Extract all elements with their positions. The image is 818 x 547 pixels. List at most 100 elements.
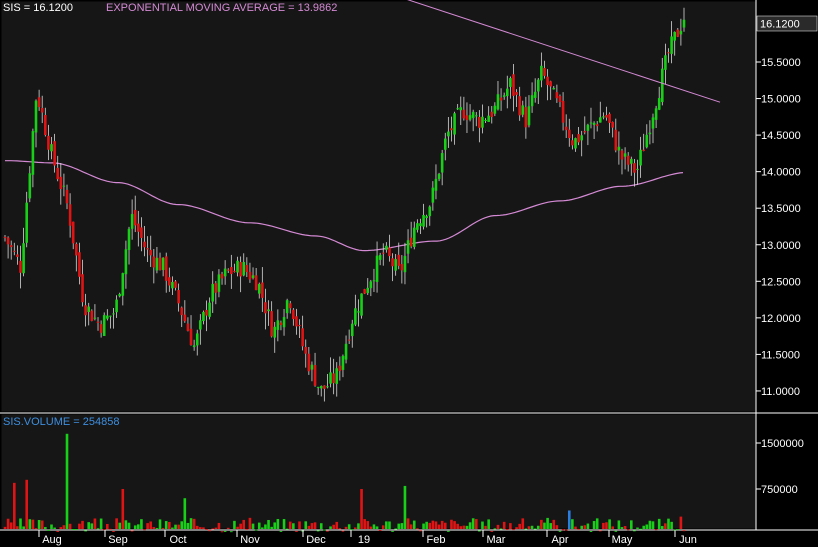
volume-bar — [211, 528, 215, 530]
volume-bar — [462, 525, 466, 529]
volume-bar — [208, 530, 211, 532]
volume-bar — [288, 521, 292, 529]
volume-bar — [515, 527, 518, 529]
volume-bar — [332, 524, 335, 529]
volume-bar — [109, 528, 112, 530]
volume-bar — [202, 527, 205, 529]
volume-bar — [121, 489, 125, 529]
volume-bar — [633, 530, 636, 532]
volume-bar — [220, 531, 224, 533]
volume-bar — [450, 519, 453, 529]
volume-bar — [419, 530, 422, 532]
volume-bar — [195, 525, 199, 529]
ema-label: EXPONENTIAL MOVING AVERAGE = 13.9862 — [106, 2, 338, 14]
volume-bar — [459, 526, 463, 529]
time-tick-label: Dec — [306, 534, 326, 546]
time-tick-label: Oct — [169, 534, 186, 546]
volume-panel — [0, 413, 757, 530]
volume-bar — [115, 518, 118, 529]
volume-bar — [307, 525, 311, 529]
volume-bar — [493, 528, 497, 530]
volume-bar — [106, 523, 109, 529]
volume-bar — [403, 485, 407, 529]
volume-bar — [155, 528, 159, 530]
volume-bar — [642, 525, 645, 529]
volume-bar — [564, 529, 568, 531]
volume-bar — [257, 522, 261, 529]
volume-tick-label: 1500000 — [761, 438, 804, 450]
volume-bar — [512, 529, 515, 531]
volume-bar — [481, 521, 484, 529]
volume-label: SIS.VOLUME = 254858 — [3, 416, 120, 428]
volume-bar — [152, 526, 156, 529]
volume-bar — [53, 527, 56, 529]
volume-bar — [313, 522, 317, 529]
volume-bar — [521, 518, 525, 529]
candle — [102, 312, 106, 337]
volume-bar — [431, 520, 435, 529]
volume-bar — [133, 525, 137, 529]
volume-bar — [664, 523, 667, 529]
volume-bar — [372, 524, 376, 529]
price-tick-label: 12.0000 — [761, 313, 801, 325]
volume-bar — [409, 524, 413, 529]
volume-bar — [239, 523, 242, 529]
volume-bar — [660, 526, 664, 529]
volume-bar — [251, 523, 255, 529]
volume-bar — [174, 524, 177, 529]
volume-bar — [626, 529, 630, 531]
volume-bar — [561, 529, 565, 531]
volume-bar — [65, 433, 69, 529]
price-tick-label: 13.5000 — [761, 203, 801, 215]
volume-bar — [3, 526, 7, 529]
volume-bar — [611, 526, 614, 529]
volume-bar — [254, 529, 258, 531]
price-tick-label: 11.0000 — [761, 386, 800, 398]
volume-bar — [443, 522, 447, 529]
volume-bar — [614, 530, 618, 532]
volume-bar — [93, 518, 97, 529]
volume-bar — [47, 529, 50, 531]
volume-bar — [50, 524, 53, 529]
volume-bar — [164, 521, 168, 529]
volume-bar — [484, 525, 487, 529]
volume-bar — [19, 518, 22, 529]
volume-bar — [84, 530, 87, 532]
time-tick-label: Feb — [427, 534, 446, 546]
volume-bar — [214, 527, 218, 529]
volume-bar — [217, 522, 221, 529]
volume-bar — [586, 523, 590, 529]
price-tick-label: 11.5000 — [761, 349, 800, 361]
volume-bar — [540, 519, 543, 529]
volume-bar — [158, 519, 162, 529]
volume-bar — [474, 519, 478, 529]
volume-bar — [183, 498, 187, 529]
candle — [90, 309, 94, 322]
volume-bar — [527, 526, 531, 529]
volume-bar — [180, 521, 184, 529]
volume-bar — [282, 519, 286, 529]
price-tick-label: 13.0000 — [761, 240, 801, 252]
volume-bar — [140, 519, 143, 529]
volume-bar — [344, 526, 348, 529]
volume-bar — [453, 521, 456, 529]
volume-bar — [285, 528, 289, 530]
volume-bar — [388, 521, 391, 529]
volume-bar — [304, 521, 308, 529]
volume-tick-label: 750000 — [761, 484, 798, 496]
volume-bar — [161, 527, 165, 529]
volume-bar — [323, 529, 326, 531]
volume-bar — [112, 530, 115, 532]
volume-bar — [366, 521, 370, 529]
price-panel — [0, 0, 757, 413]
volume-bar — [354, 527, 357, 529]
volume-bar — [530, 525, 534, 529]
volume-bar — [68, 523, 72, 529]
volume-bar — [471, 518, 475, 529]
volume-bar — [118, 522, 122, 529]
volume-bar — [657, 518, 661, 529]
volume-bar — [87, 522, 91, 529]
volume-bar — [589, 531, 593, 533]
volume-bar — [524, 528, 528, 530]
volume-bar — [310, 523, 314, 529]
